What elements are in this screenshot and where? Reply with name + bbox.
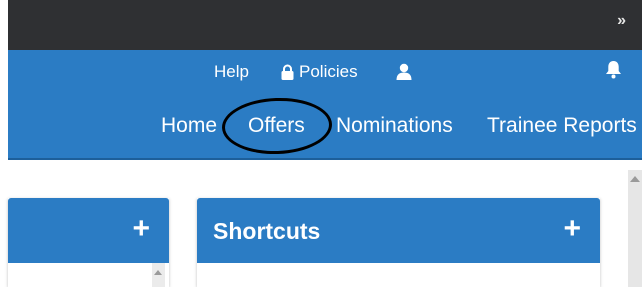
lock-icon bbox=[281, 64, 294, 80]
user-icon[interactable] bbox=[396, 63, 412, 85]
double-chevron-right-icon[interactable]: » bbox=[617, 12, 626, 30]
scroll-up-arrow-icon[interactable] bbox=[630, 176, 640, 182]
left-panel: + bbox=[8, 198, 169, 287]
plus-icon[interactable]: + bbox=[132, 214, 150, 244]
shortcuts-panel: Shortcuts + bbox=[197, 198, 600, 287]
nav-home[interactable]: Home bbox=[161, 114, 217, 138]
site-header: Help Policies Home Offers Nominations Tr… bbox=[8, 50, 642, 158]
hand-drawn-circle-annotation bbox=[221, 96, 333, 156]
shortcuts-panel-header: Shortcuts + bbox=[197, 198, 600, 263]
top-bar: » bbox=[8, 0, 642, 50]
left-panel-header: + bbox=[8, 198, 169, 263]
page-scrollbar[interactable] bbox=[628, 170, 642, 287]
policies-label: Policies bbox=[299, 62, 358, 81]
header-divider bbox=[8, 158, 642, 160]
left-panel-scrollbar[interactable] bbox=[152, 263, 165, 287]
shortcuts-title: Shortcuts bbox=[213, 218, 321, 244]
bell-icon[interactable] bbox=[605, 60, 622, 84]
help-link[interactable]: Help bbox=[214, 62, 249, 82]
scroll-up-arrow-icon[interactable] bbox=[154, 270, 162, 275]
nav-nominations[interactable]: Nominations bbox=[336, 114, 453, 138]
policies-link[interactable]: Policies bbox=[281, 62, 358, 82]
plus-icon[interactable]: + bbox=[563, 214, 581, 244]
nav-trainee-reports[interactable]: Trainee Reports bbox=[487, 114, 637, 138]
